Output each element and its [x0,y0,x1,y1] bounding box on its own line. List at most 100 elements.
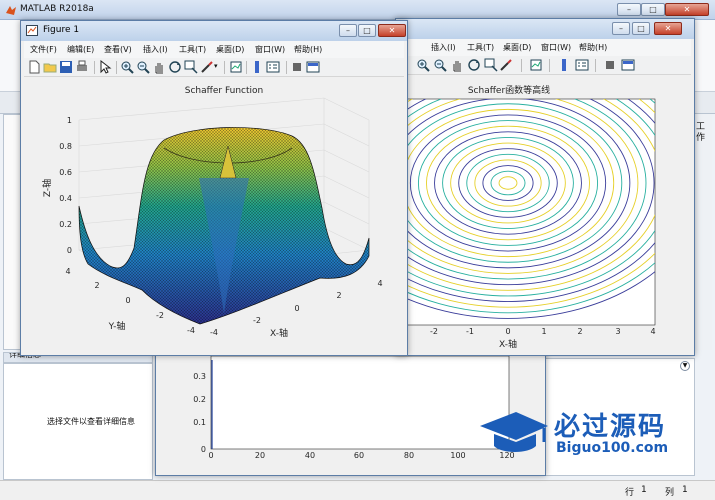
contour-x-tick: -2 [430,327,438,336]
figure2-canvas: Schaffer函数等高线 -2 -1 0 1 2 3 4 X-轴 [398,76,691,352]
menu-edit[interactable]: 编辑(E) [67,44,94,55]
fig1-close-button[interactable]: ✕ [378,24,406,37]
fig3-y-tick: 0 [201,445,206,454]
contour-x-tick: 1 [541,327,546,336]
figure1-titlebar: Figure 1 – □ ✕ [21,21,407,41]
fig2-maximize-button[interactable]: □ [632,22,650,35]
x-tick: 0 [294,304,299,313]
z-tick: 0.2 [59,220,72,229]
x-tick: 2 [336,291,341,300]
y-tick: -2 [156,311,164,320]
figure1-title: Figure 1 [43,25,80,35]
menu-tools[interactable]: 工具(T) [179,44,206,55]
fig2-menu-desktop[interactable]: 桌面(D) [503,42,531,53]
legend-icon[interactable] [575,58,589,72]
figure2-toolbar [399,56,691,75]
figure1-toolbar: ▾ [24,58,404,77]
menu-view[interactable]: 查看(V) [104,44,132,55]
details-hint: 选择文件以查看详细信息 [47,417,135,426]
fig3-x-tick: 80 [404,451,414,460]
surface-plot: Schaffer Function 0 0.2 0.4 0.6 0.8 1 Z-… [41,86,383,339]
link-plot-icon[interactable] [529,58,543,72]
z-tick: 0 [67,246,72,255]
pan-hand-icon[interactable] [152,60,166,74]
menu-insert[interactable]: 插入(I) [143,44,168,55]
rotate-icon[interactable] [168,60,182,74]
main-minimize-button[interactable]: – [617,3,641,16]
fig2-menu-help[interactable]: 帮助(H) [579,42,607,53]
brush-icon[interactable] [200,60,214,74]
link-plot-icon[interactable] [229,60,243,74]
main-title: MATLAB R2018a [20,4,94,14]
fig2-menu-tools[interactable]: 工具(T) [467,42,494,53]
fig3-y-tick: 0.3 [193,372,206,381]
figure2-menubar: 插入(I) 工具(T) 桌面(D) 窗口(W) 帮助(H) [399,39,691,56]
watermark-en: Biguo100.com [556,440,669,456]
dock-figure-icon[interactable] [306,60,320,74]
workspace-tab[interactable]: 工作 [696,122,708,144]
toolbar-separator [246,61,247,74]
pan-hand-icon[interactable] [450,58,464,72]
dock-figure-icon[interactable] [621,58,635,72]
toolbar-separator [595,59,596,72]
open-folder-icon[interactable] [43,60,57,74]
zoom-out-icon[interactable] [433,58,447,72]
fig3-x-tick: 100 [450,451,465,460]
status-col-label: 列 [665,488,675,498]
new-file-icon[interactable] [27,60,41,74]
fig2-menu-window[interactable]: 窗口(W) [541,42,571,53]
legend-icon[interactable] [266,60,280,74]
figure1-window: Figure 1 – □ ✕ 文件(F) 编辑(E) 查看(V) 插入(I) 工… [20,20,408,356]
main-maximize-button[interactable]: □ [641,3,665,16]
fig1-maximize-button[interactable]: □ [358,24,376,37]
z-tick: 1 [67,116,72,125]
fig3-y-tick: 0.1 [193,418,206,427]
menu-desktop[interactable]: 桌面(D) [216,44,244,55]
contour-xlabel: X-轴 [499,338,517,350]
print-icon[interactable] [75,60,89,74]
save-icon[interactable] [59,60,73,74]
fig2-minimize-button[interactable]: – [612,22,630,35]
details-panel: 选择文件以查看详细信息 [3,363,153,480]
z-tick: 0.6 [59,168,72,177]
colorbar-icon[interactable] [250,60,264,74]
main-titlebar: MATLAB R2018a – □ ✕ [0,0,715,20]
rotate-icon[interactable] [467,58,481,72]
colorbar-icon[interactable] [557,58,571,72]
status-col-value: 1 [682,485,688,495]
contour-x-tick: 3 [615,327,620,336]
hide-tools-icon[interactable] [603,58,617,72]
y-axis-label: Y-轴 [108,320,126,332]
y-tick: 2 [94,281,99,290]
dropdown-arrow-icon[interactable]: ▼ [680,361,690,371]
toolbar-separator [94,61,95,74]
fig2-close-button[interactable]: ✕ [654,22,682,35]
brush-dropdown-icon[interactable]: ▾ [214,62,218,70]
z-tick: 0.8 [59,142,72,151]
fig2-menu-insert[interactable]: 插入(I) [431,42,456,53]
data-cursor-icon[interactable] [184,60,198,74]
menu-window[interactable]: 窗口(W) [255,44,285,55]
contour-title: Schaffer函数等高线 [468,84,550,96]
fig1-minimize-button[interactable]: – [339,24,357,37]
workspace-panel [694,114,712,350]
fig3-y-tick: 0.2 [193,395,206,404]
menu-file[interactable]: 文件(F) [30,44,57,55]
contour-x-tick: 4 [650,327,655,336]
brush-icon[interactable] [499,58,513,72]
zoom-out-icon[interactable] [136,60,150,74]
y-tick: 4 [65,267,70,276]
data-cursor-icon[interactable] [484,58,498,72]
hide-tools-icon[interactable] [290,60,304,74]
main-close-button[interactable]: ✕ [665,3,709,16]
zoom-in-icon[interactable] [416,58,430,72]
zoom-in-icon[interactable] [120,60,134,74]
statusbar: 行 1 列 1 [0,480,715,500]
toolbar-separator [224,61,225,74]
menu-help[interactable]: 帮助(H) [294,44,322,55]
pointer-icon[interactable] [98,60,112,74]
x-tick: -4 [210,328,218,337]
figure-icon [26,25,38,36]
contour-x-tick: -1 [466,327,474,336]
y-tick: -4 [187,326,195,335]
